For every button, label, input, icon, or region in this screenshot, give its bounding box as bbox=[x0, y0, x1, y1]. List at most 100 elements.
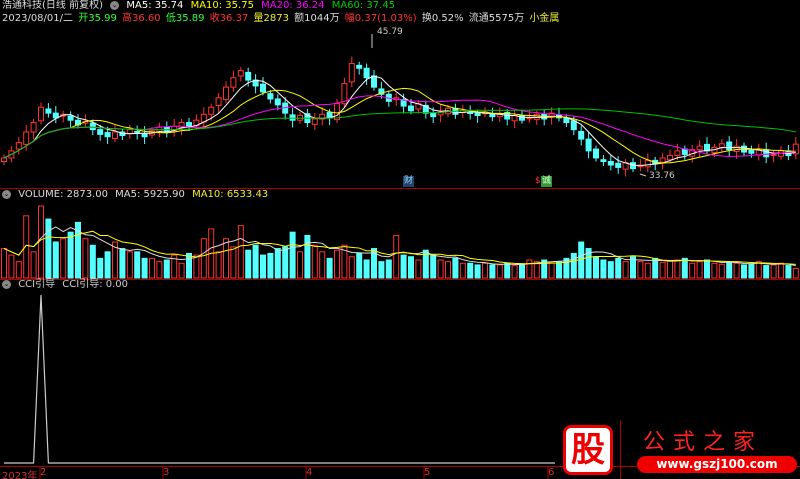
cci-title: CCI引导 bbox=[18, 279, 56, 290]
volume-bar bbox=[260, 254, 266, 279]
volume-bar bbox=[289, 231, 296, 279]
x-label-feb: 2 bbox=[40, 467, 47, 478]
volume-bar bbox=[489, 264, 496, 279]
candle-down bbox=[363, 67, 370, 79]
chart-canvas[interactable] bbox=[0, 0, 800, 479]
candle-down bbox=[289, 114, 296, 121]
x-label-may: 5 bbox=[424, 467, 431, 478]
volume-bar bbox=[304, 234, 311, 279]
volume-bar bbox=[385, 259, 392, 279]
candle-down bbox=[748, 149, 755, 154]
volume-bar bbox=[726, 261, 733, 279]
x-label-year: 2023年 bbox=[2, 471, 38, 479]
collapse-icon[interactable]: ⌄ bbox=[2, 279, 11, 289]
candle-up bbox=[659, 157, 666, 163]
volume-bar bbox=[652, 257, 659, 279]
volume-bar bbox=[778, 262, 784, 279]
candle-down bbox=[267, 93, 274, 100]
volume-bar bbox=[741, 264, 747, 279]
volume-bar bbox=[193, 254, 200, 279]
volume-ma5: MA5: 5925.90 bbox=[115, 189, 185, 200]
candle-down bbox=[356, 64, 363, 69]
volume-bar bbox=[622, 261, 629, 279]
volume-bar bbox=[15, 261, 22, 279]
candle-up bbox=[718, 143, 725, 148]
volume-bar bbox=[104, 251, 111, 279]
volume-bar bbox=[267, 252, 274, 279]
candle-up bbox=[667, 155, 673, 161]
volume-bar bbox=[770, 264, 777, 279]
finance-marker[interactable]: 财 bbox=[403, 176, 415, 187]
candle-down bbox=[430, 112, 437, 118]
candle-up bbox=[674, 150, 681, 157]
volume-bar bbox=[637, 261, 644, 279]
candle-down bbox=[600, 159, 607, 163]
volume-bar bbox=[141, 257, 148, 279]
candle-up bbox=[208, 106, 215, 115]
volume-bar bbox=[733, 262, 740, 279]
volume-bar bbox=[526, 259, 533, 279]
volume-bar bbox=[149, 257, 155, 279]
volume-bar bbox=[326, 257, 333, 279]
volume-bar bbox=[252, 244, 259, 279]
volume-bar bbox=[755, 261, 762, 279]
volume-bar bbox=[496, 264, 503, 279]
volume-bar bbox=[748, 263, 755, 279]
volume-bar bbox=[437, 259, 444, 279]
volume-bar bbox=[792, 268, 799, 279]
volume-bar bbox=[556, 261, 562, 279]
volume-bar bbox=[311, 244, 318, 279]
candle-down bbox=[585, 138, 592, 152]
logo-badge: 股 bbox=[563, 425, 613, 475]
candle-up bbox=[30, 122, 37, 133]
candle-down bbox=[467, 112, 474, 115]
volume-bar bbox=[230, 246, 237, 279]
volume-bar bbox=[334, 249, 340, 279]
x-label-apr: 4 bbox=[306, 467, 313, 478]
logo-url: www.gszj100.com bbox=[637, 456, 797, 473]
x-label-jun: 6 bbox=[548, 467, 555, 478]
candle-up bbox=[112, 131, 118, 139]
volume-bar bbox=[60, 238, 67, 279]
candle-down bbox=[570, 120, 577, 131]
candle-up bbox=[696, 145, 703, 151]
integrity-marker[interactable]: 诚 bbox=[541, 176, 553, 187]
volume-bar bbox=[200, 238, 207, 279]
logo-name: 公式之家 bbox=[643, 430, 764, 455]
dollar-marker[interactable]: $ bbox=[535, 176, 541, 187]
collapse-icon[interactable]: ⌄ bbox=[2, 189, 11, 199]
candle-down bbox=[52, 112, 59, 119]
volume-bar bbox=[511, 265, 518, 279]
volume-bar bbox=[408, 256, 414, 279]
volume-bar bbox=[223, 238, 229, 279]
candle-up bbox=[223, 86, 229, 101]
volume-ma10: MA10: 6533.43 bbox=[192, 189, 269, 200]
volume-bar bbox=[445, 261, 451, 279]
candle-up bbox=[733, 145, 740, 152]
candle-up bbox=[644, 159, 651, 168]
min-price-label: 33.76 bbox=[649, 171, 675, 181]
max-price-label: 45.79 bbox=[377, 27, 403, 37]
candle-down bbox=[726, 141, 733, 151]
volume-bar bbox=[704, 259, 710, 279]
cci-header: ⌄ CCI引导 CCI引导: 0.00 bbox=[2, 279, 132, 291]
volume-bar bbox=[570, 252, 577, 279]
candle-down bbox=[134, 130, 141, 134]
candle-down bbox=[97, 129, 104, 135]
volume-bar bbox=[763, 265, 770, 279]
volume-bar bbox=[474, 264, 481, 279]
candle-down bbox=[67, 115, 74, 121]
candle-up bbox=[770, 153, 777, 156]
min-pointer bbox=[639, 173, 647, 177]
volume-bar bbox=[459, 262, 466, 279]
candle-up bbox=[15, 142, 22, 150]
candle-down bbox=[45, 108, 52, 114]
volume-bar bbox=[718, 263, 725, 279]
candle-down bbox=[615, 162, 622, 168]
volume-title: VOLUME: 2873.00 bbox=[18, 189, 108, 200]
volume-bar bbox=[119, 248, 126, 279]
volume-bar bbox=[134, 251, 141, 279]
watermark-logo: 股 公式之家 www.gszj100.com bbox=[555, 420, 800, 479]
candle-up bbox=[348, 63, 355, 83]
volume-bar bbox=[363, 259, 370, 279]
